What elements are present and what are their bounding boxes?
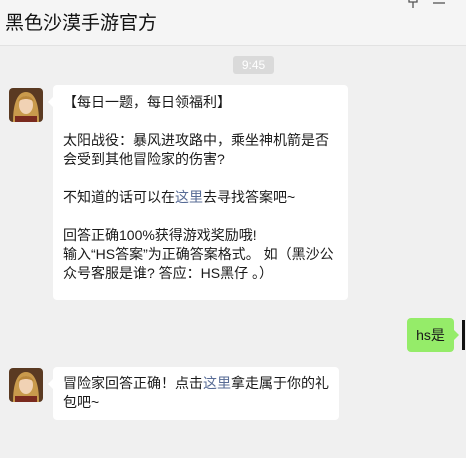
own-avatar-edge	[462, 320, 465, 350]
message-bubble-answer-correct[interactable]: 冒险家回答正确！点击这里拿走属于你的礼包吧~	[48, 367, 339, 420]
answer-link[interactable]: 这里	[175, 189, 203, 205]
message-heading: 【每日一题，每日领福利】	[63, 94, 231, 110]
minimize-icon[interactable]	[433, 0, 445, 6]
reward-text: 回答正确100%获得游戏奖励哦!	[63, 227, 257, 243]
sender-avatar[interactable]	[9, 368, 43, 402]
chat-header: 黑色沙漠手游官方	[0, 0, 466, 46]
hint-text: 不知道的话可以在这里去寻找答案吧~	[63, 188, 338, 207]
game-character-avatar-icon	[9, 368, 43, 402]
answer-format-text: 输入“HS答案”为正确答案格式。 如（黑沙公众号客服是谁? 答应：HS黑仔 。）	[63, 246, 334, 281]
game-character-avatar-icon	[9, 88, 43, 122]
reply-text-before: 冒险家回答正确！点击	[63, 375, 203, 391]
pin-icon[interactable]	[406, 0, 420, 8]
message-bubble-daily-question[interactable]: 【每日一题，每日领福利】 太阳战役：暴风进攻路中，乘坐神机箭是否会受到其他冒险家…	[48, 85, 348, 300]
sender-avatar[interactable]	[9, 88, 43, 122]
outgoing-message-bubble[interactable]: hs是	[407, 318, 459, 352]
question-text: 太阳战役：暴风进攻路中，乘坐神机箭是否会受到其他冒险家的伤害?	[63, 132, 329, 167]
hint-text-after: 去寻找答案吧~	[203, 189, 296, 205]
hint-text-before: 不知道的话可以在	[63, 189, 175, 205]
gift-link[interactable]: 这里	[203, 375, 231, 391]
message-timestamp: 9:45	[233, 56, 274, 74]
chat-title: 黑色沙漠手游官方	[5, 13, 158, 34]
